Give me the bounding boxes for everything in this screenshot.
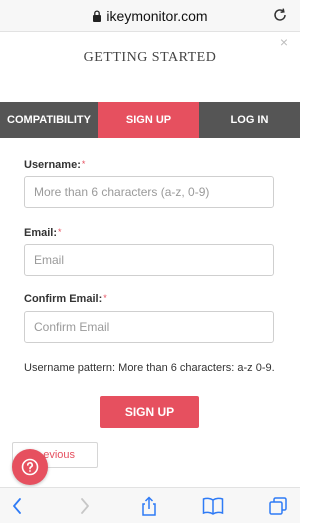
help-button[interactable]: [12, 449, 48, 485]
getting-started-modal: × GETTING STARTED COMPATIBILITY SIGN UP …: [0, 32, 300, 487]
browser-toolbar: [0, 487, 300, 523]
tab-compatibility[interactable]: COMPATIBILITY: [0, 102, 98, 138]
username-pattern-hint: Username pattern: More than 6 characters…: [24, 362, 275, 374]
previous-label: evious: [43, 449, 75, 461]
username-input[interactable]: [24, 176, 274, 208]
bookmarks-icon[interactable]: [202, 496, 224, 516]
tab-sign-up[interactable]: SIGN UP: [98, 102, 199, 138]
modal-title: GETTING STARTED: [83, 50, 217, 65]
confirm-email-label-text: Confirm Email:: [24, 293, 103, 305]
email-label-text: Email:: [24, 227, 58, 239]
browser-address-bar: ikeymonitor.com: [0, 0, 300, 32]
url-display[interactable]: ikeymonitor.com: [0, 7, 300, 25]
reload-icon[interactable]: [272, 7, 288, 23]
tab-log-in[interactable]: LOG IN: [199, 102, 300, 138]
email-label: Email:*: [24, 227, 62, 239]
close-button[interactable]: ×: [280, 35, 288, 49]
required-mark: *: [103, 293, 107, 303]
required-mark: *: [81, 159, 86, 169]
tabs-icon[interactable]: [268, 496, 288, 516]
required-mark: *: [58, 227, 62, 237]
url-text: ikeymonitor.com: [106, 8, 208, 24]
confirm-email-input[interactable]: [24, 311, 274, 343]
forward-icon[interactable]: [74, 496, 94, 516]
username-label: Username:*: [24, 159, 85, 171]
tab-bar: COMPATIBILITY SIGN UP LOG IN: [0, 102, 300, 138]
lock-icon: [93, 10, 102, 22]
email-input[interactable]: [24, 244, 274, 276]
confirm-email-label: Confirm Email:*: [24, 293, 107, 305]
sign-up-button[interactable]: SIGN UP: [100, 396, 199, 428]
username-label-text: Username:: [24, 159, 81, 171]
share-icon[interactable]: [139, 496, 159, 516]
question-icon: [21, 458, 39, 476]
back-icon[interactable]: [8, 496, 28, 516]
